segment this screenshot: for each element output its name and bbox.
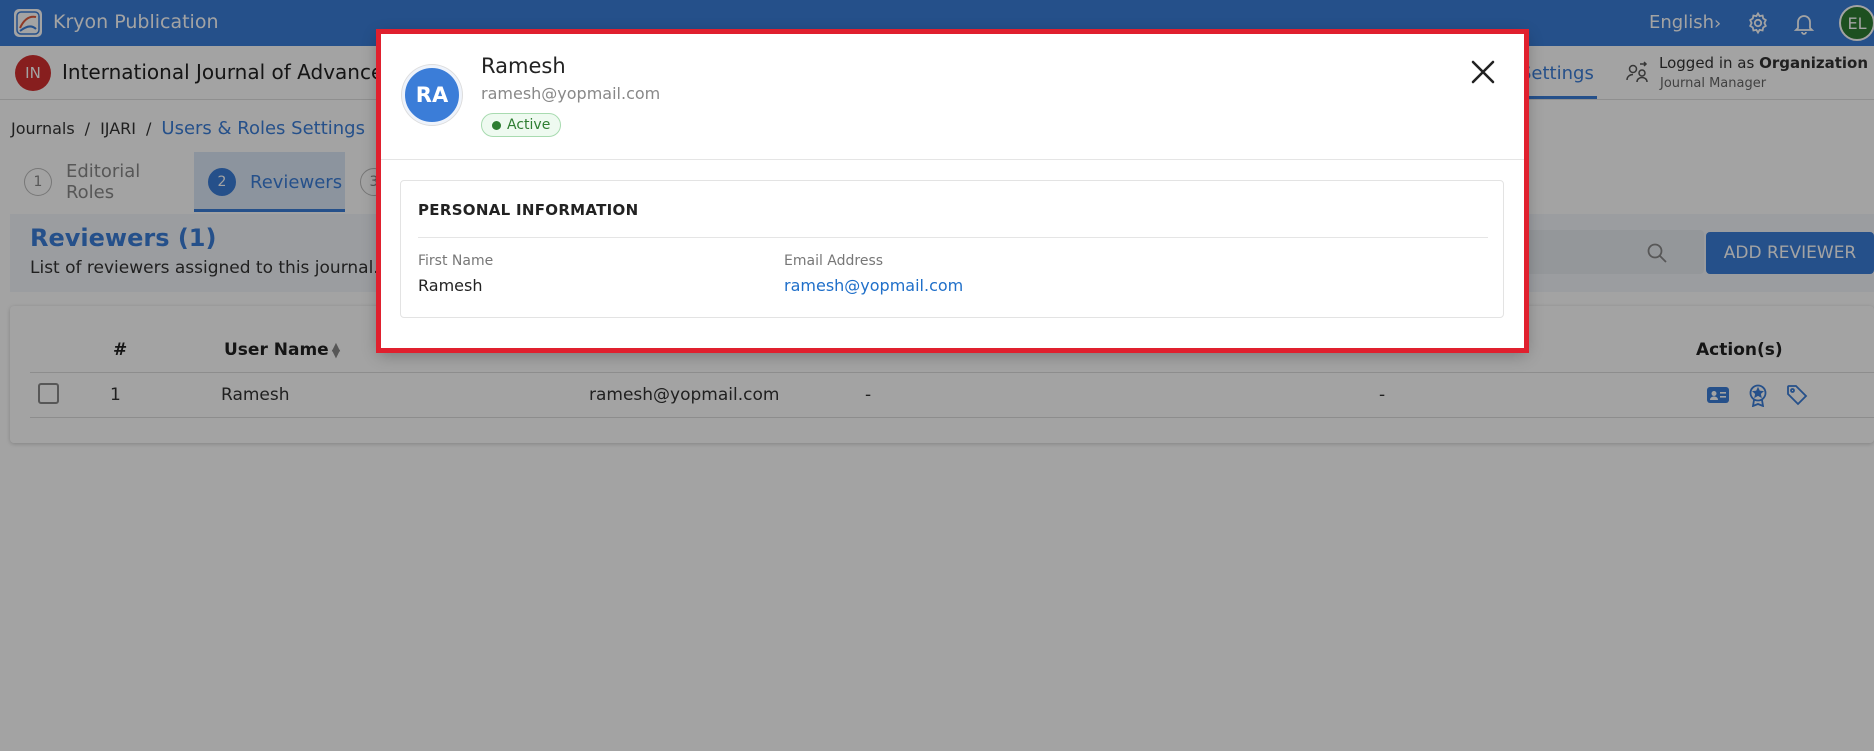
modal-highlight-border — [376, 29, 1529, 353]
